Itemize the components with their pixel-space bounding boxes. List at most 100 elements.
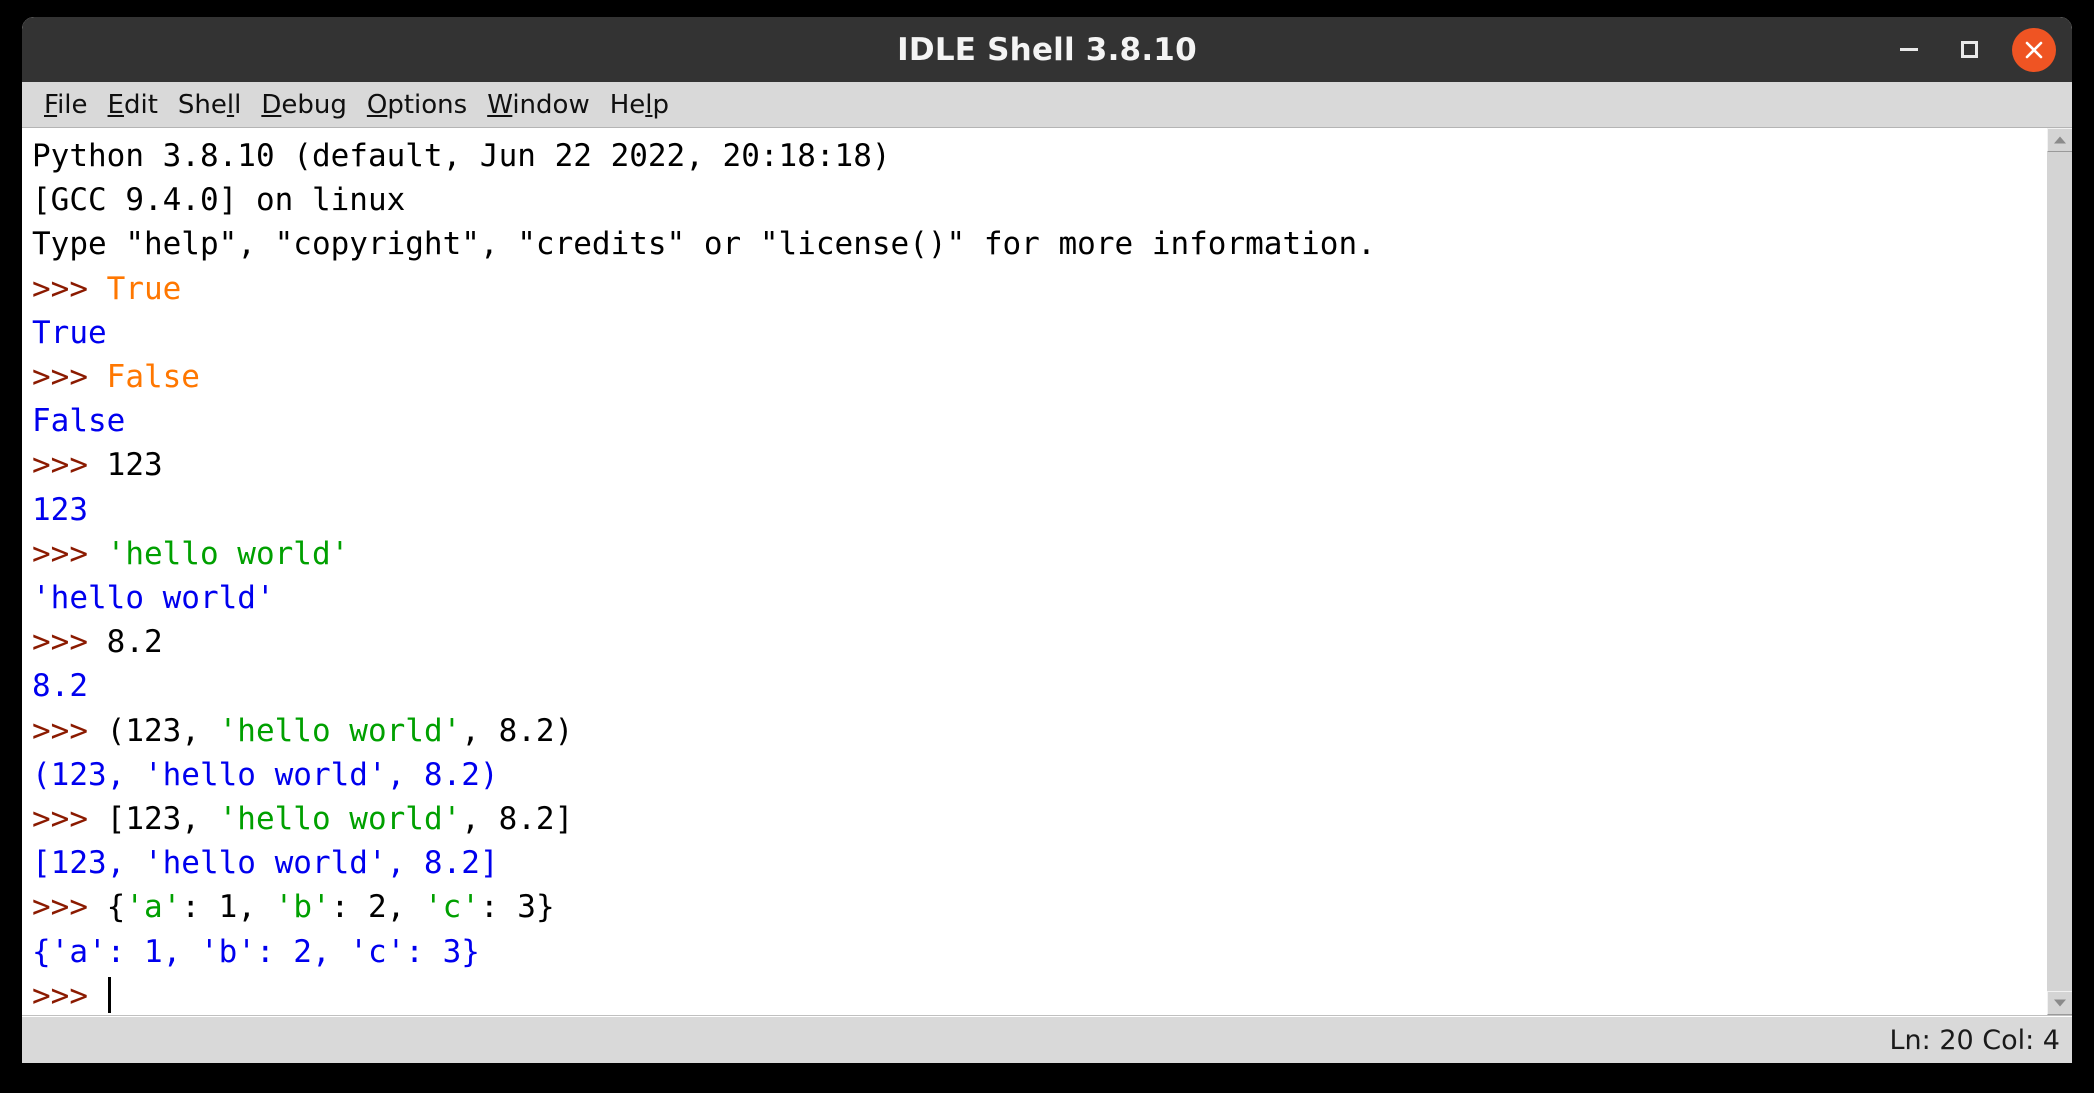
shell-line-banner-3: Type "help", "copyright", "credits" or "… xyxy=(32,222,2046,266)
menu-mnemonic: F xyxy=(44,89,58,120)
window-title: IDLE Shell 3.8.10 xyxy=(897,31,1197,68)
menu-mnemonic: D xyxy=(261,89,282,120)
shell-span-prompt: >>> xyxy=(32,270,107,307)
window-controls xyxy=(1892,17,2056,82)
shell-line-input-list: >>> [123, 'hello world', 8.2] xyxy=(32,797,2046,841)
menu-label-pre: He xyxy=(609,89,646,120)
shell-text-output[interactable]: Python 3.8.10 (default, Jun 22 2022, 20:… xyxy=(22,128,2046,1015)
menu-item-edit[interactable]: Edit xyxy=(98,88,168,122)
shell-span-string: 'c' xyxy=(423,889,480,926)
scrollbar-track[interactable] xyxy=(2047,152,2072,991)
shell-span-default: Python 3.8.10 (default, Jun 22 2022, 20:… xyxy=(32,138,891,174)
close-button[interactable] xyxy=(2012,27,2056,72)
menu-item-shell[interactable]: Shell xyxy=(168,88,251,122)
shell-line-output-int: 123 xyxy=(32,488,2046,532)
shell-line-output-true: True xyxy=(32,311,2046,355)
shell-span-prompt: >>> xyxy=(32,712,107,749)
shell-line-input-dict: >>> {'a': 1, 'b': 2, 'c': 3} xyxy=(32,885,2046,929)
shell-span-default: 123 xyxy=(106,447,163,484)
menu-mnemonic: E xyxy=(107,89,124,120)
shell-span-default: 8.2 xyxy=(106,624,163,661)
shell-line-input-tuple: >>> (123, 'hello world', 8.2) xyxy=(32,709,2046,753)
shell-span-prompt: >>> xyxy=(32,977,107,1014)
shell-span-output: [123, 'hello world', 8.2] xyxy=(32,845,499,882)
menu-item-help[interactable]: Help xyxy=(600,88,679,122)
menu-label-post: ile xyxy=(57,89,88,120)
shell-span-keyword: True xyxy=(106,270,182,307)
close-icon xyxy=(2025,41,2043,58)
shell-span-output: False xyxy=(32,403,126,440)
shell-span-string: 'hello world' xyxy=(218,712,462,749)
status-bar: Ln: 20 Col: 4 xyxy=(22,1016,2072,1063)
maximize-button[interactable] xyxy=(1952,33,1986,67)
shell-span-default: Type "help", "copyright", "credits" or "… xyxy=(32,226,1376,263)
menu-item-options[interactable]: Options xyxy=(357,88,477,122)
shell-span-default: { xyxy=(106,889,126,926)
shell-line-output-float: 8.2 xyxy=(32,664,2046,708)
idle-shell-window: IDLE Shell 3.8.10 File Edit Shell Debug Opti… xyxy=(22,17,2072,1063)
menu-item-window[interactable]: Window xyxy=(477,88,600,122)
shell-span-prompt: >>> xyxy=(32,801,107,838)
menu-item-file[interactable]: File xyxy=(34,88,98,122)
shell-line-input-false: >>> False xyxy=(32,355,2046,399)
menu-mnemonic: W xyxy=(487,89,513,120)
shell-line-input-str: >>> 'hello world' xyxy=(32,532,2046,576)
shell-span-default: [GCC 9.4.0] on linux xyxy=(32,182,406,219)
text-cursor xyxy=(107,976,111,1013)
shell-span-prompt: >>> xyxy=(32,535,107,572)
shell-span-string: 'a' xyxy=(125,889,182,926)
shell-span-string: 'b' xyxy=(274,889,331,926)
scroll-up-button[interactable] xyxy=(2047,128,2072,152)
shell-span-string: 'hello world' xyxy=(218,801,462,838)
menu-label-post: dit xyxy=(123,89,158,120)
menu-label-post: ebug xyxy=(281,89,347,120)
menu-label-post: p xyxy=(652,89,670,120)
shell-line-output-list: [123, 'hello world', 8.2] xyxy=(32,841,2046,885)
shell-span-prompt: >>> xyxy=(32,624,107,661)
shell-span-output: 8.2 xyxy=(32,668,88,705)
menu-label-post: indow xyxy=(512,89,590,120)
shell-span-default: : 3} xyxy=(479,889,555,926)
shell-line-output-tuple: (123, 'hello world', 8.2) xyxy=(32,753,2046,797)
shell-area: Python 3.8.10 (default, Jun 22 2022, 20:… xyxy=(22,128,2072,1016)
shell-line-input-float: >>> 8.2 xyxy=(32,620,2046,664)
shell-line-banner-2: [GCC 9.4.0] on linux xyxy=(32,178,2046,222)
vertical-scrollbar[interactable] xyxy=(2046,128,2072,1015)
shell-span-prompt: >>> xyxy=(32,359,107,396)
menu-label-post: ptions xyxy=(387,89,468,120)
scroll-down-icon xyxy=(2054,999,2066,1007)
shell-line-output-dict: {'a': 1, 'b': 2, 'c': 3} xyxy=(32,930,2046,974)
shell-span-output: 'hello world' xyxy=(32,580,275,617)
shell-line-input-int: >>> 123 xyxy=(32,443,2046,487)
shell-line-banner-1: Python 3.8.10 (default, Jun 22 2022, 20:… xyxy=(32,134,2046,178)
shell-span-default: : 2, xyxy=(330,889,424,926)
menu-bar: File Edit Shell Debug Options Window Help xyxy=(22,82,2072,128)
maximize-icon xyxy=(1960,41,1978,58)
shell-span-keyword: False xyxy=(106,359,200,396)
menu-mnemonic: O xyxy=(366,89,388,120)
shell-line-output-str: 'hello world' xyxy=(32,576,2046,620)
shell-span-output: (123, 'hello world', 8.2) xyxy=(32,756,499,793)
shell-span-prompt: >>> xyxy=(32,447,107,484)
shell-span-default: : 1, xyxy=(181,889,275,926)
scroll-up-icon xyxy=(2054,136,2066,144)
shell-span-default: [123, xyxy=(106,801,219,838)
shell-span-default: (123, xyxy=(106,712,219,749)
shell-span-prompt: >>> xyxy=(32,889,107,926)
shell-span-output: True xyxy=(32,314,107,351)
shell-span-default: , 8.2) xyxy=(461,712,574,749)
menu-item-debug[interactable]: Debug xyxy=(251,88,357,122)
minimize-button[interactable] xyxy=(1892,33,1926,67)
menu-label-post: l xyxy=(234,89,242,120)
shell-span-output: {'a': 1, 'b': 2, 'c': 3} xyxy=(32,933,480,970)
menu-mnemonic: l xyxy=(645,89,653,120)
menu-label-pre: She xyxy=(177,89,227,120)
title-bar[interactable]: IDLE Shell 3.8.10 xyxy=(22,17,2072,82)
shell-line-input-active: >>> xyxy=(32,974,2046,1015)
minimize-icon xyxy=(1900,48,1918,51)
scroll-down-button[interactable] xyxy=(2047,991,2072,1015)
shell-span-output: 123 xyxy=(32,491,88,528)
shell-line-input-true: >>> True xyxy=(32,267,2046,311)
shell-span-string: 'hello world' xyxy=(106,535,350,572)
shell-line-output-false: False xyxy=(32,399,2046,443)
